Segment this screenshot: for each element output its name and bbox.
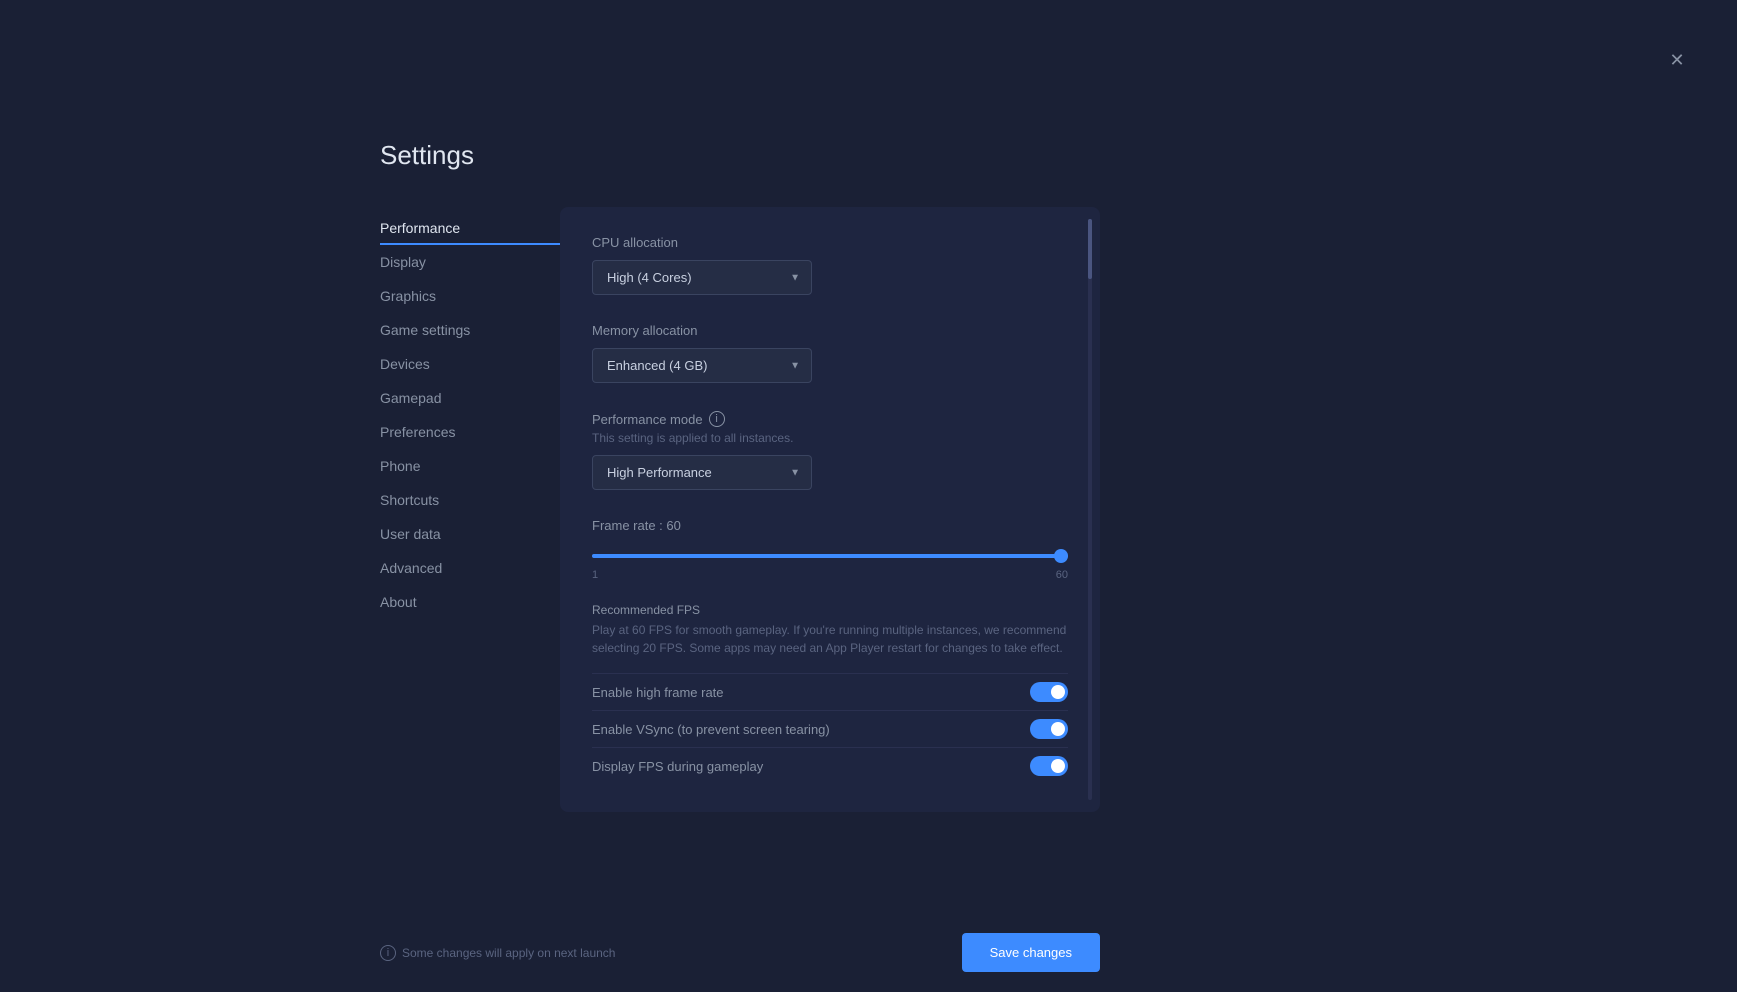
toggles-container: Enable high frame rate Enable VSync (to p… <box>592 673 1068 784</box>
memory-allocation-select-wrapper: Low (1 GB)Medium (2 GB)Enhanced (4 GB)Ul… <box>592 348 812 383</box>
toggle-display-fps[interactable] <box>1030 756 1068 776</box>
framerate-slider-wrapper: 1 60 <box>592 545 1068 587</box>
performance-mode-sublabel: This setting is applied to all instances… <box>592 431 1068 445</box>
framerate-label: Frame rate : 60 <box>592 518 1068 533</box>
sidebar-item-shortcuts[interactable]: Shortcuts <box>380 483 560 517</box>
toggle-label-high-frame-rate: Enable high frame rate <box>592 685 724 700</box>
performance-mode-info-icon[interactable]: i <box>709 411 725 427</box>
toggle-row-display-fps: Display FPS during gameplay <box>592 747 1068 784</box>
recommended-fps-text: Play at 60 FPS for smooth gameplay. If y… <box>592 621 1068 657</box>
sidebar-item-devices[interactable]: Devices <box>380 347 560 381</box>
recommended-fps-title: Recommended FPS <box>592 603 1068 617</box>
cpu-allocation-label: CPU allocation <box>592 235 1068 250</box>
sidebar-item-user-data[interactable]: User data <box>380 517 560 551</box>
sidebar-item-performance[interactable]: Performance <box>380 211 560 245</box>
sidebar-item-about[interactable]: About <box>380 585 560 619</box>
memory-allocation-select[interactable]: Low (1 GB)Medium (2 GB)Enhanced (4 GB)Ul… <box>592 348 812 383</box>
recommended-fps-section: Recommended FPS Play at 60 FPS for smoot… <box>592 603 1068 657</box>
settings-title: Settings <box>380 140 1100 171</box>
toggle-label-display-fps: Display FPS during gameplay <box>592 759 763 774</box>
performance-mode-label: Performance mode i <box>592 411 1068 427</box>
save-changes-button[interactable]: Save changes <box>962 933 1100 972</box>
slider-range: 1 60 <box>592 569 1068 581</box>
sidebar-item-phone[interactable]: Phone <box>380 449 560 483</box>
content-panel: CPU allocation Low (1 Core)Medium (2 Cor… <box>560 207 1100 812</box>
footer-info-icon: i <box>380 945 396 961</box>
sidebar-item-display[interactable]: Display <box>380 245 560 279</box>
settings-container: Settings PerformanceDisplayGraphicsGame … <box>380 140 1100 812</box>
footer-note: i Some changes will apply on next launch <box>380 945 615 961</box>
toggle-row-vsync: Enable VSync (to prevent screen tearing) <box>592 710 1068 747</box>
slider-min: 1 <box>592 569 598 581</box>
sidebar-item-gamepad[interactable]: Gamepad <box>380 381 560 415</box>
toggle-label-vsync: Enable VSync (to prevent screen tearing) <box>592 722 830 737</box>
framerate-section: Frame rate : 60 1 60 <box>592 518 1068 587</box>
toggle-row-high-frame-rate: Enable high frame rate <box>592 673 1068 710</box>
footer-note-text: Some changes will apply on next launch <box>402 946 615 960</box>
memory-allocation-section: Memory allocation Low (1 GB)Medium (2 GB… <box>592 323 1068 383</box>
toggle-vsync[interactable] <box>1030 719 1068 739</box>
memory-allocation-label: Memory allocation <box>592 323 1068 338</box>
scrollbar-thumb[interactable] <box>1088 219 1092 279</box>
slider-max: 60 <box>1056 569 1068 581</box>
cpu-allocation-section: CPU allocation Low (1 Core)Medium (2 Cor… <box>592 235 1068 295</box>
toggle-high-frame-rate[interactable] <box>1030 682 1068 702</box>
performance-mode-section: Performance mode i This setting is appli… <box>592 411 1068 490</box>
sidebar: PerformanceDisplayGraphicsGame settingsD… <box>380 207 560 812</box>
settings-body: PerformanceDisplayGraphicsGame settingsD… <box>380 207 1100 812</box>
performance-mode-select-wrapper: BalancedHigh PerformanceCustom ▼ <box>592 455 812 490</box>
sidebar-item-graphics[interactable]: Graphics <box>380 279 560 313</box>
footer: i Some changes will apply on next launch… <box>380 913 1100 992</box>
close-button[interactable]: ✕ <box>1665 48 1689 72</box>
sidebar-item-preferences[interactable]: Preferences <box>380 415 560 449</box>
sidebar-item-game-settings[interactable]: Game settings <box>380 313 560 347</box>
cpu-allocation-select[interactable]: Low (1 Core)Medium (2 Cores)High (4 Core… <box>592 260 812 295</box>
cpu-allocation-select-wrapper: Low (1 Core)Medium (2 Cores)High (4 Core… <box>592 260 812 295</box>
performance-mode-select[interactable]: BalancedHigh PerformanceCustom <box>592 455 812 490</box>
scrollbar-track[interactable] <box>1088 219 1092 800</box>
framerate-slider[interactable] <box>592 554 1068 558</box>
sidebar-item-advanced[interactable]: Advanced <box>380 551 560 585</box>
